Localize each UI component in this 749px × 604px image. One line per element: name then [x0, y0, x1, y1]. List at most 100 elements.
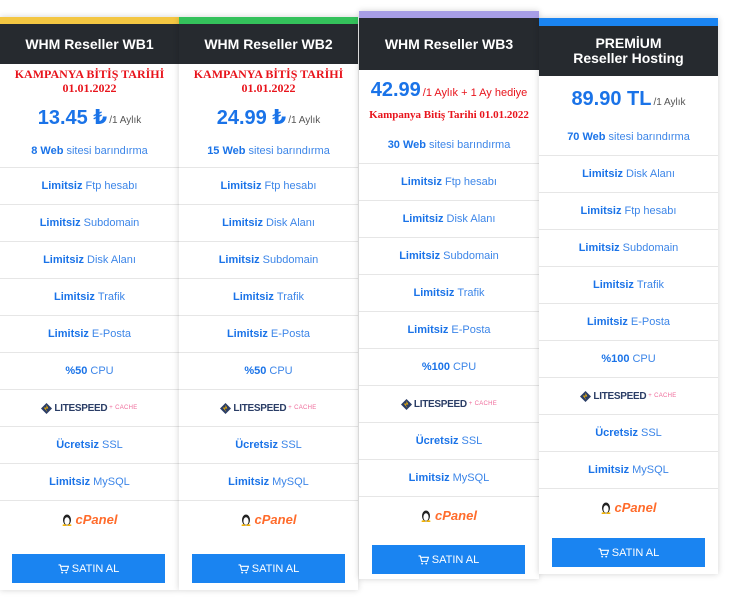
- campaign-label: KAMPANYA BİTİŞ TARİHİ: [193, 67, 344, 81]
- buy-button-wb2[interactable]: SATIN AL: [192, 554, 345, 583]
- feature-label: CPU: [632, 353, 656, 365]
- feature-value: 15 Web: [207, 145, 246, 157]
- feature-email: Limitsiz E-Posta: [0, 316, 179, 353]
- feature-label: Ftp hesabı: [624, 205, 677, 217]
- buy-button-wb3[interactable]: SATIN AL: [372, 545, 525, 574]
- feature-email: Limitsiz E-Posta: [539, 304, 718, 341]
- price-row: 89.90 TL /1 Aylık: [539, 76, 718, 118]
- feature-sites: 30 Web sitesi barındırma: [359, 126, 539, 164]
- cpanel-logo-icon: cPanel: [421, 508, 477, 523]
- feature-cpu: %50 CPU: [0, 353, 179, 390]
- feature-cpanel: cPanel: [359, 497, 539, 534]
- plan-card-wb1: WHM Reseller WB1 KAMPANYA BİTİŞ TARİHİ 0…: [0, 17, 179, 590]
- feature-label: Subdomain: [83, 217, 140, 229]
- price-period: /1 Aylık: [288, 114, 321, 126]
- cpanel-text: cPanel: [614, 500, 657, 515]
- feature-disk: Limitsiz Disk Alanı: [359, 201, 539, 238]
- feature-subdomain: Limitsiz Subdomain: [539, 230, 718, 267]
- cache-text: + CACHE: [648, 393, 677, 399]
- cpanel-text: cPanel: [75, 512, 118, 527]
- price: 42.99: [370, 78, 421, 101]
- feature-mysql: Limitsiz MySQL: [179, 464, 358, 501]
- campaign-date: 01.01.2022: [62, 81, 117, 95]
- feature-value: Limitsiz: [413, 287, 455, 299]
- price: 13.45 ₺: [37, 106, 108, 129]
- feature-email: Limitsiz E-Posta: [179, 316, 358, 353]
- price-row: 13.45 ₺ /1 Aylık: [0, 99, 179, 135]
- price: 24.99 ₺: [216, 106, 287, 129]
- feature-label: CPU: [452, 361, 477, 373]
- feature-sites: 8 Web sitesi barındırma: [0, 135, 179, 168]
- feature-value: Ücretsiz: [595, 427, 638, 439]
- feature-value: Limitsiz: [218, 254, 260, 266]
- feature-value: Limitsiz: [49, 476, 91, 488]
- feature-label: Ftp hesabı: [444, 176, 497, 188]
- feature-value: %100: [601, 353, 630, 365]
- cpanel-logo-icon: cPanel: [62, 512, 118, 527]
- feature-cpanel: cPanel: [0, 501, 179, 538]
- feature-label: Disk Alanı: [87, 254, 136, 266]
- plan-title: WHM Reseller WB2: [179, 24, 358, 64]
- feature-cpu: %100 CPU: [539, 341, 718, 378]
- feature-sites: 15 Web sitesi barındırma: [179, 135, 358, 168]
- feature-ssl: Ücretsiz SSL: [359, 423, 539, 460]
- tux-icon: [421, 510, 431, 522]
- feature-label: Subdomain: [443, 250, 499, 262]
- feature-mysql: Limitsiz MySQL: [0, 464, 179, 501]
- campaign-label: KAMPANYA BİTİŞ TARİHİ: [14, 67, 165, 81]
- feature-value: 30 Web: [387, 138, 426, 151]
- feature-value: Limitsiz: [226, 328, 268, 340]
- litespeed-text: LITESPEED: [593, 390, 647, 402]
- feature-litespeed: LITESPEED + CACHE: [0, 390, 179, 427]
- buy-button-wb1[interactable]: SATIN AL: [12, 554, 165, 583]
- cpanel-logo-icon: cPanel: [241, 512, 296, 527]
- feature-label: Trafik: [276, 291, 305, 303]
- cpanel-logo-icon: cPanel: [601, 500, 657, 515]
- feature-value: Limitsiz: [586, 316, 628, 328]
- card-accent-bar: [179, 17, 358, 24]
- feature-value: Limitsiz: [232, 291, 274, 303]
- feature-value: Limitsiz: [408, 472, 450, 484]
- feature-value: Limitsiz: [228, 476, 270, 488]
- feature-value: Ücretsiz: [415, 435, 459, 447]
- cart-icon: [418, 554, 429, 565]
- plan-card-premium: PREMİUM Reseller Hosting 89.90 TL /1 Ayl…: [539, 18, 718, 574]
- feature-label: Ftp hesabı: [264, 180, 317, 192]
- feature-litespeed: LITESPEED + CACHE: [359, 386, 539, 423]
- feature-cpanel: cPanel: [179, 501, 358, 538]
- litespeed-text: LITESPEED: [233, 402, 287, 414]
- feature-traffic: Limitsiz Trafik: [359, 275, 539, 312]
- feature-value: Limitsiz: [588, 464, 630, 476]
- feature-mysql: Limitsiz MySQL: [539, 452, 718, 489]
- litespeed-text: LITESPEED: [413, 398, 467, 410]
- buy-button-label: SATIN AL: [71, 562, 120, 575]
- cache-text: + CACHE: [288, 405, 317, 411]
- feature-label: CPU: [90, 365, 114, 377]
- feature-email: Limitsiz E-Posta: [359, 312, 539, 349]
- feature-value: Limitsiz: [53, 291, 95, 303]
- feature-value: Limitsiz: [401, 176, 442, 188]
- campaign-notice: KAMPANYA BİTİŞ TARİHİ 01.01.2022: [179, 64, 358, 99]
- feature-label: Trafik: [636, 279, 665, 291]
- feature-ftp: Limitsiz Ftp hesabı: [539, 193, 718, 230]
- plan-title: PREMİUM Reseller Hosting: [539, 26, 718, 76]
- feature-label: sitesi barındırma: [66, 145, 148, 157]
- campaign-notice: KAMPANYA BİTİŞ TARİHİ 01.01.2022: [0, 64, 179, 99]
- feature-disk: Limitsiz Disk Alanı: [0, 242, 179, 279]
- feature-value: Limitsiz: [580, 205, 622, 217]
- cart-icon: [238, 563, 249, 574]
- plan-card-wb2: WHM Reseller WB2 KAMPANYA BİTİŞ TARİHİ 0…: [179, 17, 358, 590]
- feature-label: MySQL: [452, 472, 490, 484]
- feature-value: Limitsiz: [402, 213, 444, 225]
- feature-value: Limitsiz: [407, 324, 449, 336]
- litespeed-logo-icon: LITESPEED + CACHE: [580, 390, 677, 402]
- feature-label: Subdomain: [622, 242, 679, 254]
- plan-title-text: PREMİUM Reseller Hosting: [573, 35, 684, 66]
- price-period: /1 Aylık: [109, 114, 142, 126]
- feature-value: Limitsiz: [220, 180, 262, 192]
- buy-button-premium[interactable]: SATIN AL: [552, 538, 705, 567]
- feature-value: Limitsiz: [399, 250, 441, 262]
- feature-cpu: %100 CPU: [359, 349, 539, 386]
- campaign-notice: Kampanya Bitiş Tarihi 01.01.2022: [369, 109, 529, 121]
- price: 89.90 TL: [571, 87, 652, 110]
